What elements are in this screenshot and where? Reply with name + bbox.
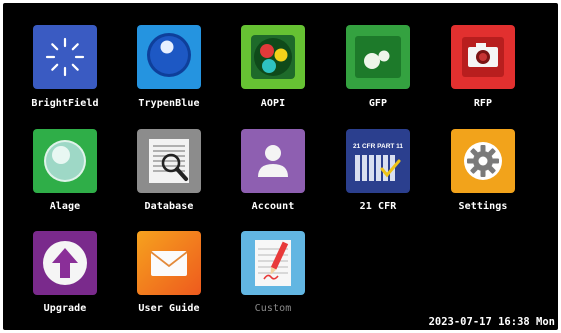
gfp-label: GFP bbox=[368, 98, 388, 109]
alage-label: Alage bbox=[49, 201, 81, 212]
cfr-button[interactable]: 21 CFR PART 11 bbox=[346, 129, 410, 193]
envelope-icon bbox=[150, 251, 188, 276]
database-label: Database bbox=[144, 201, 194, 212]
trypenblue-button[interactable] bbox=[137, 25, 201, 89]
fluorescent-cells-icon bbox=[251, 35, 295, 79]
gear-icon bbox=[464, 142, 502, 180]
userguide-button[interactable] bbox=[137, 231, 201, 295]
camera-icon bbox=[462, 37, 504, 77]
upgrade-button[interactable] bbox=[33, 231, 97, 295]
compliance-chart-icon bbox=[355, 155, 401, 181]
cfr-label: 21 CFR bbox=[359, 201, 397, 212]
settings-label: Settings bbox=[458, 201, 508, 212]
blue-cell-icon bbox=[147, 33, 191, 77]
algae-cell-icon bbox=[44, 140, 86, 182]
upgrade-arrow-icon bbox=[43, 241, 87, 285]
launcher-screen: BrightField TrypenBlue AOPI GFP RFP Alag… bbox=[3, 3, 558, 330]
trypenblue-label: TrypenBlue bbox=[138, 98, 200, 109]
rfp-button[interactable] bbox=[451, 25, 515, 89]
account-button[interactable] bbox=[241, 129, 305, 193]
user-account-icon bbox=[258, 145, 288, 177]
green-cells-icon bbox=[355, 36, 401, 78]
settings-button[interactable] bbox=[451, 129, 515, 193]
upgrade-label: Upgrade bbox=[43, 303, 87, 314]
gfp-button[interactable] bbox=[346, 25, 410, 89]
datetime-status: 2023-07-17 16:38 Mon bbox=[428, 316, 555, 328]
custom-label: Custom bbox=[254, 303, 292, 314]
custom-button[interactable] bbox=[241, 231, 305, 295]
userguide-label: User Guide bbox=[138, 303, 200, 314]
cfr-badge-text: 21 CFR PART 11 bbox=[352, 143, 404, 150]
brightfield-button[interactable] bbox=[33, 25, 97, 89]
alage-button[interactable] bbox=[33, 129, 97, 193]
database-button[interactable] bbox=[137, 129, 201, 193]
brightfield-label: BrightField bbox=[31, 98, 99, 109]
database-search-icon bbox=[149, 139, 189, 183]
pencil-edit-icon bbox=[255, 240, 291, 286]
sun-burst-icon bbox=[45, 37, 85, 77]
rfp-label: RFP bbox=[473, 98, 493, 109]
account-label: Account bbox=[251, 201, 295, 212]
aopi-label: AOPI bbox=[260, 98, 286, 109]
aopi-button[interactable] bbox=[241, 25, 305, 89]
